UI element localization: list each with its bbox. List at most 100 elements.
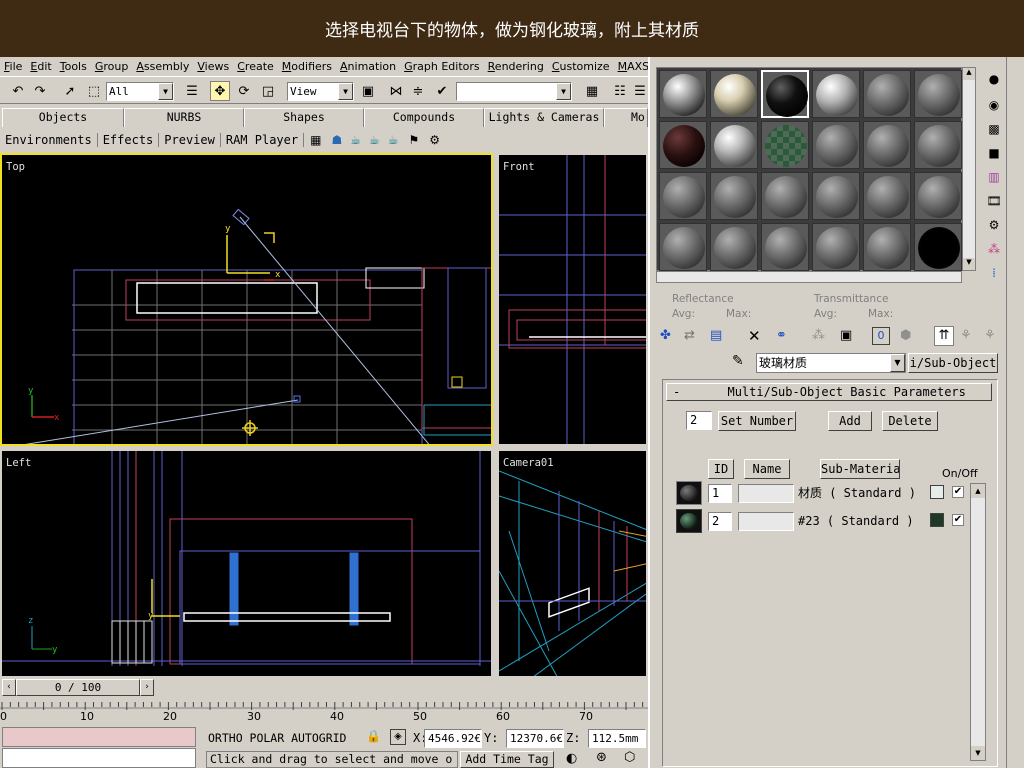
maxscript-listener[interactable]	[2, 727, 196, 747]
video-color-check-icon[interactable]: ▥	[984, 167, 1004, 187]
region-select-icon[interactable]: ⬚	[84, 81, 104, 101]
uv-tiling-icon[interactable]: ■	[984, 143, 1004, 163]
submaterial-2-checkbox[interactable]: ✔	[952, 514, 964, 526]
material-sample-slot[interactable]	[914, 121, 962, 169]
z-coordinate-field[interactable]: 112.5mm	[588, 729, 646, 748]
delete-button[interactable]: Delete	[882, 411, 938, 431]
menu-file[interactable]: File	[0, 60, 26, 73]
get-material-icon[interactable]: ✤	[660, 328, 671, 343]
teapot-last-icon[interactable]: ☕	[365, 133, 384, 147]
mirror-icon[interactable]: ⋈	[386, 81, 406, 101]
slot-scrollbar-horizontal[interactable]	[656, 271, 962, 283]
set-number-button[interactable]: Set Number	[718, 411, 796, 431]
submaterial-1-color[interactable]	[930, 485, 944, 499]
make-preview-icon[interactable]: 🎞	[984, 191, 1004, 211]
put-to-scene-icon[interactable]: ⇄	[684, 328, 695, 343]
cube-icon[interactable]: ⬡	[624, 750, 635, 765]
gear-icon[interactable]: ⚙	[425, 133, 444, 147]
chevron-up-icon[interactable]: ▲	[963, 68, 975, 80]
assign-to-selection-icon[interactable]: ▤	[710, 328, 722, 343]
y-coordinate-field[interactable]: 12370.6€	[506, 729, 564, 748]
number-of-materials-field[interactable]: 2	[686, 411, 712, 430]
track-view-icon[interactable]: ▦	[582, 81, 602, 101]
submaterial-2-button[interactable]: #23 ( Standard )	[796, 512, 926, 532]
go-forward-sibling-icon[interactable]: ⚘	[984, 328, 996, 343]
material-sample-slot[interactable]	[812, 121, 860, 169]
quick-render-icon[interactable]: ☗	[327, 133, 346, 147]
reset-material-icon[interactable]: ✕	[748, 327, 761, 345]
material-editor-icon[interactable]: ☰	[630, 81, 650, 101]
submaterial-1-name[interactable]	[738, 484, 794, 503]
chevron-right-icon[interactable]: ›	[140, 679, 154, 696]
submaterial-2-name[interactable]	[738, 512, 794, 531]
material-sample-slot[interactable]	[761, 70, 809, 118]
material-sample-slot[interactable]	[863, 70, 911, 118]
material-sample-slot[interactable]	[659, 121, 707, 169]
snap-toggles[interactable]: ORTHO POLAR AUTOGRID	[208, 731, 346, 745]
material-sample-slot[interactable]	[659, 172, 707, 220]
viewport-front[interactable]: Front	[497, 153, 648, 446]
track-bar[interactable]: 0 10 20 30 40 50 60 70	[0, 698, 652, 724]
material-sample-slot[interactable]	[659, 223, 707, 271]
select-and-rotate-icon[interactable]: ⟳	[234, 81, 254, 101]
put-to-library-icon[interactable]: ▣	[840, 328, 852, 343]
render-scene-icon[interactable]: ▦	[304, 133, 327, 147]
panel-scrollbar[interactable]	[1006, 57, 1024, 768]
material-sample-slot[interactable]	[863, 223, 911, 271]
submaterial-1-swatch[interactable]	[676, 481, 702, 505]
material-sample-slot[interactable]	[812, 223, 860, 271]
show-end-result-icon[interactable]: ⇈	[934, 326, 954, 346]
teapot-active-icon[interactable]: ☕	[384, 133, 403, 147]
material-sample-slot[interactable]	[863, 172, 911, 220]
pivot-icon[interactable]: ▣	[358, 81, 378, 101]
reference-coord-dropdown[interactable]: View ▼	[287, 82, 354, 101]
material-sample-slot[interactable]	[710, 121, 758, 169]
add-time-tag-button[interactable]: Add Time Tag	[460, 751, 554, 768]
menu-assembly[interactable]: Assembly	[132, 60, 193, 73]
crosshair-icon[interactable]: ⊛	[596, 750, 607, 765]
material-sample-slot[interactable]	[659, 70, 707, 118]
menu-customize[interactable]: Customize	[548, 60, 614, 73]
material-sample-slot[interactable]	[710, 70, 758, 118]
background-checker-icon[interactable]: ▩	[984, 119, 1004, 139]
menu-group[interactable]: Group	[91, 60, 133, 73]
viewport-top[interactable]: y x y x Top	[0, 153, 493, 446]
go-to-parent-icon[interactable]: ⚘	[960, 328, 972, 343]
options-icon[interactable]: ⚙	[984, 215, 1004, 235]
tab-lights-cameras[interactable]: Lights & Cameras	[484, 108, 604, 127]
submaterial-1-id[interactable]: 1	[708, 484, 732, 503]
material-sample-slot[interactable]	[863, 121, 911, 169]
select-and-scale-icon[interactable]: ◲	[258, 81, 278, 101]
tab-objects[interactable]: Objects	[2, 108, 124, 127]
material-sample-slot[interactable]	[761, 223, 809, 271]
effects-button[interactable]: Effects	[98, 133, 160, 147]
submaterial-scrollbar[interactable]: ▲ ▼	[970, 483, 986, 761]
material-sample-slot[interactable]	[812, 172, 860, 220]
sort-by-name-button[interactable]: Name	[744, 459, 790, 479]
material-effects-channel-icon[interactable]: 0	[872, 327, 890, 345]
material-type-button[interactable]: i/Sub-Object	[908, 353, 998, 373]
add-button[interactable]: Add	[828, 411, 872, 431]
tab-nurbs[interactable]: NURBS	[124, 108, 244, 127]
schematic-icon[interactable]: ☷	[610, 81, 630, 101]
chevron-down-icon[interactable]: ▼	[963, 258, 975, 270]
material-map-navigator-icon[interactable]: ⁞	[984, 263, 1004, 283]
material-sample-slot[interactable]	[914, 172, 962, 220]
make-unique-icon[interactable]: ⁂	[812, 328, 825, 343]
menu-create[interactable]: Create	[233, 60, 278, 73]
chevron-up-icon[interactable]: ▲	[971, 484, 985, 498]
named-selection-icon[interactable]: ✔	[432, 81, 452, 101]
tab-compounds[interactable]: Compounds	[364, 108, 484, 127]
chevron-left-icon[interactable]: ‹	[2, 679, 16, 696]
material-sample-slot[interactable]	[761, 121, 809, 169]
selection-filter-dropdown[interactable]: All ▼	[106, 82, 174, 101]
select-and-move-icon[interactable]: ✥	[210, 81, 230, 101]
material-sample-slot[interactable]	[914, 70, 962, 118]
select-arrow-icon[interactable]: ➚	[60, 81, 80, 101]
menu-graph-editors[interactable]: Graph Editors	[400, 60, 484, 73]
menu-tools[interactable]: Tools	[56, 60, 91, 73]
material-sample-slot[interactable]	[812, 70, 860, 118]
menu-rendering[interactable]: Rendering	[484, 60, 548, 73]
material-name-dropdown[interactable]: 玻璃材质 ▼	[756, 353, 906, 373]
maxscript-output[interactable]	[2, 748, 196, 768]
